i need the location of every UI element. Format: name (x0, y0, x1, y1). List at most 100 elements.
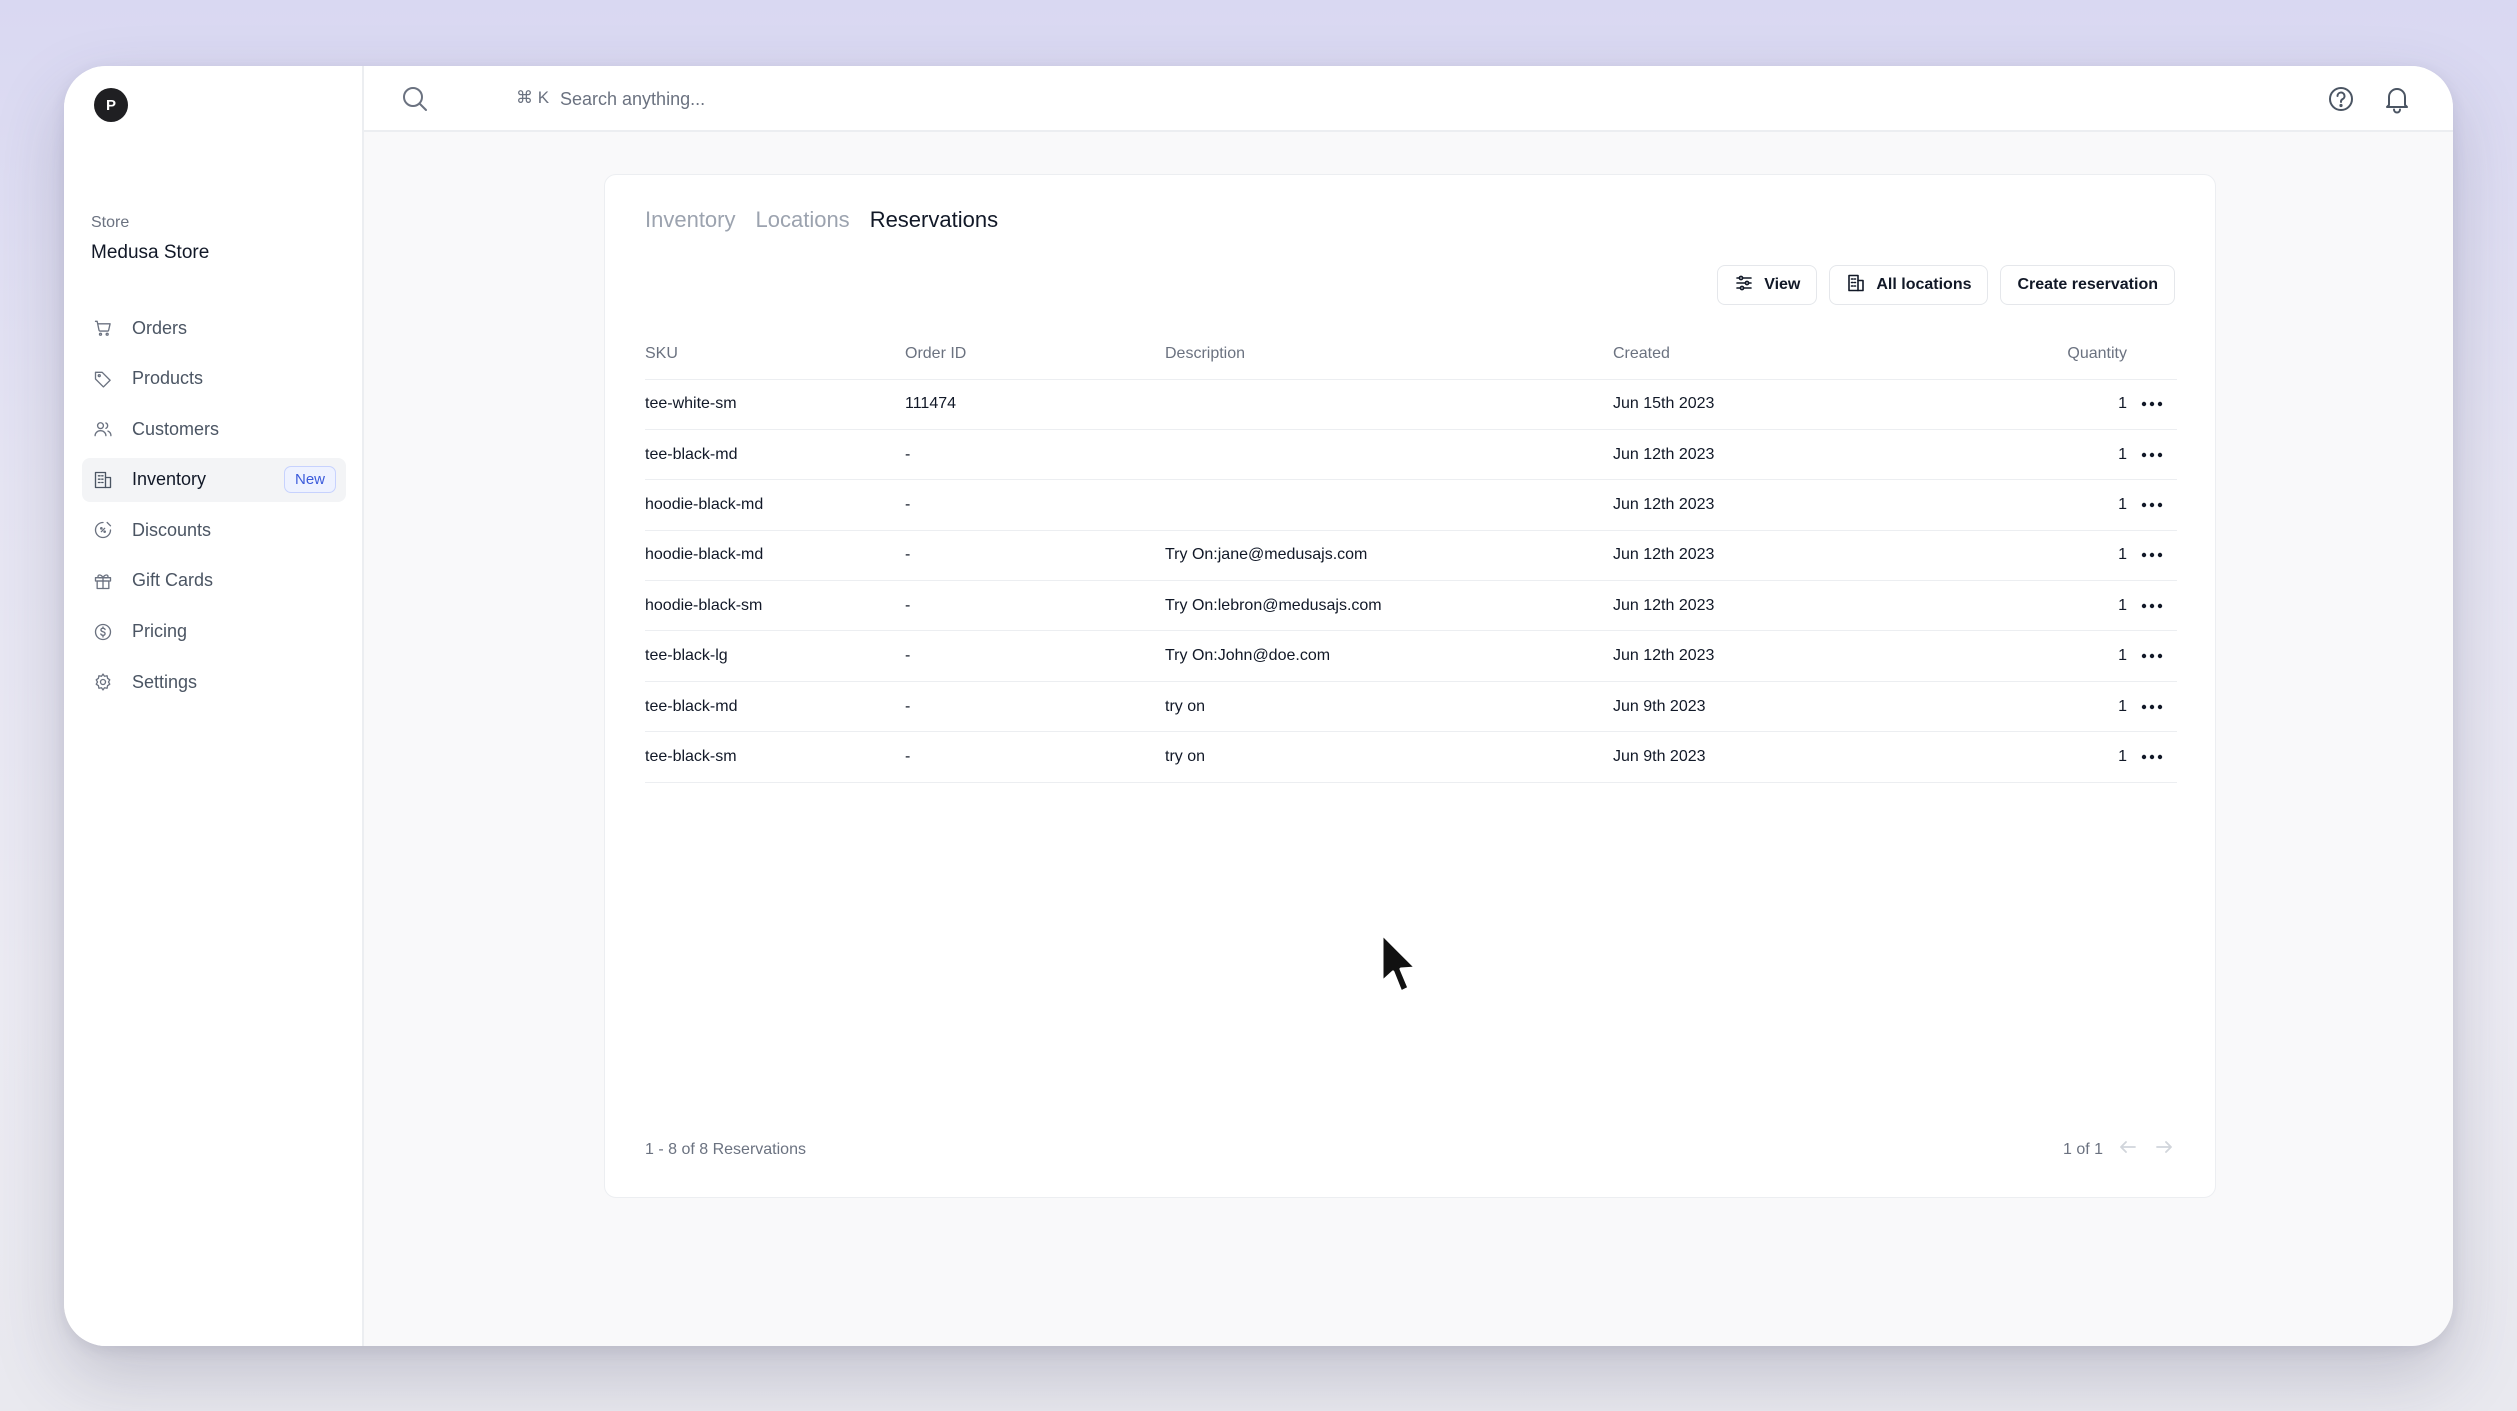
cell-actions (2127, 429, 2177, 481)
cell-description: try on (1165, 681, 1613, 733)
more-icon[interactable] (2137, 494, 2167, 516)
store-label: Store (91, 214, 130, 231)
sidebar-item-orders[interactable]: Orders (82, 306, 346, 350)
column-actions (2127, 329, 2177, 380)
cell-description (1165, 479, 1613, 531)
cell-quantity: 1 (1913, 530, 2127, 582)
sidebar-item-discounts[interactable]: Discounts (82, 508, 346, 552)
cell-sku: hoodie-black-md (645, 479, 905, 531)
sidebar-item-inventory[interactable]: Inventory New (82, 457, 346, 502)
users-icon (92, 418, 114, 440)
column-quantity: Quantity (1913, 329, 2127, 380)
reservations-table: SKU Order ID Description Created Quantit… (645, 329, 2177, 783)
tab-inventory[interactable]: Inventory (645, 207, 736, 233)
cell-description: Try On:jane@medusajs.com (1165, 530, 1613, 582)
create-reservation-label: Create reservation (2017, 276, 2158, 293)
cell-quantity: 1 (1913, 379, 2127, 430)
cell-order-id: 111474 (905, 379, 1165, 430)
help-icon[interactable] (2325, 83, 2357, 115)
cell-order-id: - (905, 630, 1165, 682)
cell-order-id: - (905, 681, 1165, 733)
all-locations-label: All locations (1876, 276, 1972, 293)
cart-icon (92, 317, 114, 339)
column-order-id: Order ID (905, 329, 1165, 380)
cell-created: Jun 12th 2023 (1613, 630, 1913, 682)
avatar[interactable]: P (94, 88, 128, 122)
table-row[interactable]: hoodie-black-md - Jun 12th 2023 1 (645, 479, 2177, 531)
table-row[interactable]: hoodie-black-md - Try On:jane@medusajs.com… (645, 530, 2177, 582)
cell-description (1165, 429, 1613, 481)
view-button-label: View (1764, 276, 1801, 293)
more-icon[interactable] (2137, 444, 2167, 466)
reservation-count: 1 - 8 of 8 Reservations (645, 1141, 806, 1158)
cell-quantity: 1 (1913, 681, 2127, 733)
tab-bar: Inventory Locations Reservations (645, 207, 998, 233)
cell-quantity: 1 (1913, 479, 2127, 531)
sidebar-item-label: Orders (132, 317, 188, 338)
coin-icon (92, 621, 114, 643)
cell-sku: tee-black-md (645, 681, 905, 733)
main-area: ⌘ K Inventory Locations Reservations (364, 66, 2453, 1346)
cell-actions (2127, 530, 2177, 582)
sidebar-item-pricing[interactable]: Pricing (82, 610, 346, 654)
all-locations-button[interactable]: All locations (1829, 265, 1989, 305)
search-icon[interactable] (400, 84, 430, 114)
cell-quantity: 1 (1913, 580, 2127, 632)
table-row[interactable]: tee-black-md - try on Jun 9th 2023 1 (645, 681, 2177, 733)
cell-order-id: - (905, 429, 1165, 481)
more-icon[interactable] (2137, 696, 2167, 718)
cell-order-id: - (905, 479, 1165, 531)
table-row[interactable]: tee-black-lg - Try On:John@doe.com Jun 12th… (645, 630, 2177, 682)
more-icon[interactable] (2137, 595, 2167, 617)
search-input[interactable] (560, 84, 1160, 114)
cell-quantity: 1 (1913, 731, 2127, 783)
sidebar-item-customers[interactable]: Customers (82, 407, 346, 451)
table-row[interactable]: tee-black-md - Jun 12th 2023 1 (645, 429, 2177, 481)
bell-icon[interactable] (2381, 83, 2413, 115)
cell-actions (2127, 379, 2177, 430)
create-reservation-button[interactable]: Create reservation (2000, 265, 2175, 305)
gear-icon (92, 671, 114, 693)
cell-created: Jun 12th 2023 (1613, 479, 1913, 531)
table-row[interactable]: tee-white-sm 111474 Jun 15th 2023 1 (645, 379, 2177, 430)
store-name: Medusa Store (91, 242, 210, 263)
sidebar-item-label: Settings (132, 671, 198, 692)
toolbar: View All locations Create reservation (1717, 265, 2175, 305)
cell-sku: tee-black-sm (645, 731, 905, 783)
cell-created: Jun 12th 2023 (1613, 530, 1913, 582)
mouse-cursor-icon (1380, 932, 1418, 994)
table-row[interactable]: hoodie-black-sm - Try On:lebron@medusajs.c… (645, 580, 2177, 632)
table-header: SKU Order ID Description Created Quantit… (645, 329, 2177, 380)
arrow-left-icon[interactable] (2117, 1136, 2139, 1163)
table-row[interactable]: tee-black-sm - try on Jun 9th 2023 1 (645, 731, 2177, 783)
cell-sku: tee-white-sm (645, 379, 905, 430)
sidebar-item-gift-cards[interactable]: Gift Cards (82, 559, 346, 603)
more-icon[interactable] (2137, 645, 2167, 667)
sidebar-item-label: Pricing (132, 621, 188, 642)
more-icon[interactable] (2137, 544, 2167, 566)
search-shortcut: ⌘ K (516, 88, 550, 107)
cell-actions (2127, 731, 2177, 783)
topbar: ⌘ K (364, 66, 2453, 132)
more-icon[interactable] (2137, 746, 2167, 768)
cell-quantity: 1 (1913, 630, 2127, 682)
sidebar: P Store Medusa Store Orders Products Cus (64, 66, 364, 1346)
sidebar-item-products[interactable]: Products (82, 357, 346, 401)
tab-locations[interactable]: Locations (756, 207, 850, 233)
tab-reservations[interactable]: Reservations (870, 207, 998, 233)
sidebar-item-label: Customers (132, 418, 220, 439)
cell-description: try on (1165, 731, 1613, 783)
cell-sku: hoodie-black-md (645, 530, 905, 582)
cell-created: Jun 9th 2023 (1613, 681, 1913, 733)
more-icon[interactable] (2137, 393, 2167, 415)
arrow-right-icon[interactable] (2153, 1136, 2175, 1163)
cell-description: Try On:lebron@medusajs.com (1165, 580, 1613, 632)
view-button[interactable]: View (1717, 265, 1818, 305)
cell-created: Jun 15th 2023 (1613, 379, 1913, 430)
sliders-icon (1734, 273, 1754, 298)
app-window: P Store Medusa Store Orders Products Cus (64, 66, 2453, 1346)
sidebar-item-settings[interactable]: Settings (82, 660, 346, 704)
reservations-card: Inventory Locations Reservations View Al… (604, 174, 2216, 1198)
cell-created: Jun 9th 2023 (1613, 731, 1913, 783)
cell-order-id: - (905, 731, 1165, 783)
